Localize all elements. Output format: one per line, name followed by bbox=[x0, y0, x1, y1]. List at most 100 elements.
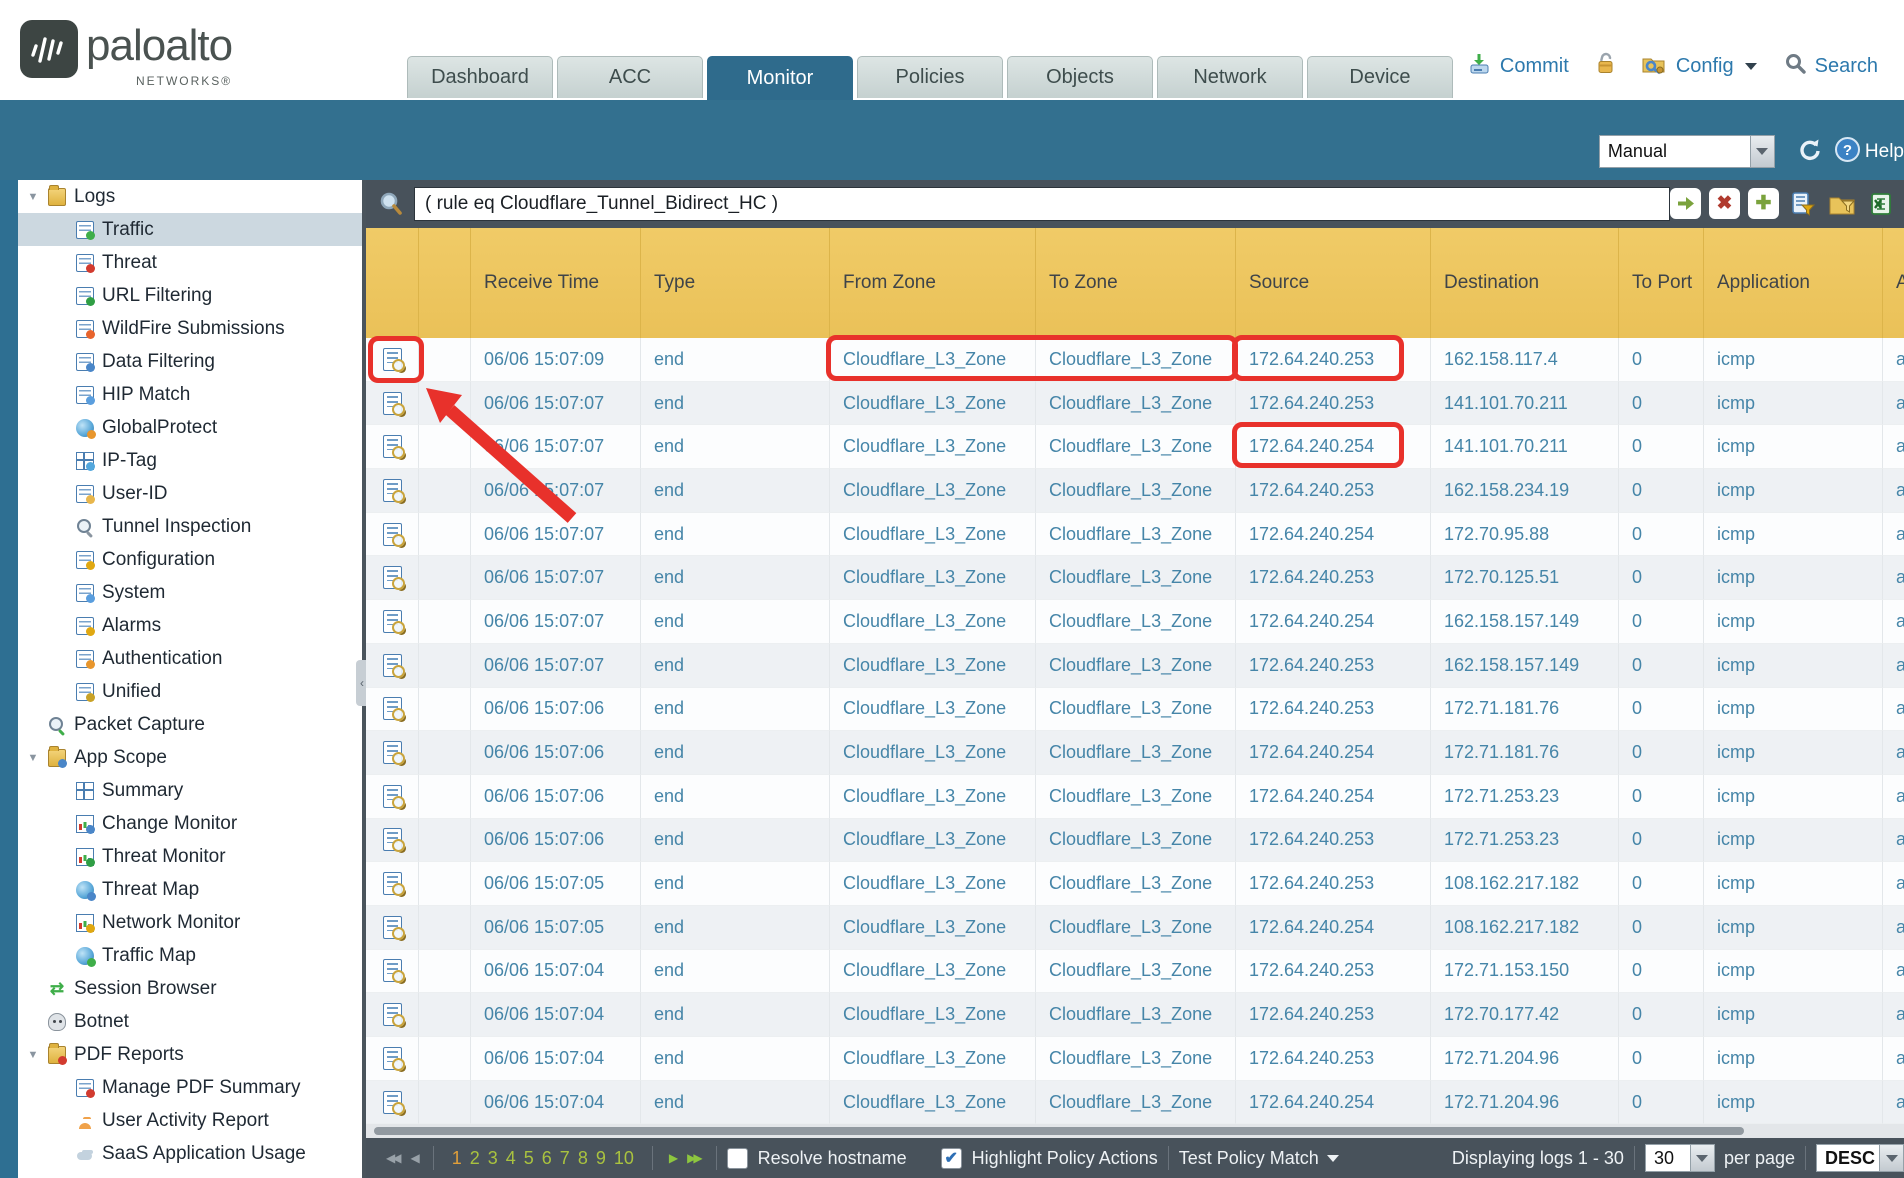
log-detail-button[interactable] bbox=[366, 950, 419, 994]
sidebar-item-botnet[interactable]: Botnet bbox=[18, 1005, 362, 1038]
to-zone-cell[interactable]: Cloudflare_L3_Zone bbox=[1036, 1081, 1236, 1124]
saved-filters-folder-icon[interactable] bbox=[1826, 188, 1857, 219]
destination-cell[interactable]: 108.162.217.182 bbox=[1431, 906, 1619, 950]
type-cell[interactable]: end bbox=[641, 950, 830, 994]
sidebar-item-manage-pdf-summary[interactable]: Manage PDF Summary bbox=[18, 1071, 362, 1104]
to-port-cell[interactable]: 0 bbox=[1619, 950, 1704, 994]
action-cell[interactable]: a bbox=[1883, 425, 1904, 469]
destination-cell[interactable]: 172.71.253.23 bbox=[1431, 775, 1619, 819]
source-cell[interactable]: 172.64.240.253 bbox=[1236, 644, 1431, 688]
log-detail-button[interactable] bbox=[366, 775, 419, 819]
highlight-policy-checkbox[interactable]: ✔ bbox=[941, 1148, 962, 1169]
to-zone-cell[interactable]: Cloudflare_L3_Zone bbox=[1036, 469, 1236, 513]
destination-cell[interactable]: 108.162.217.182 bbox=[1431, 862, 1619, 906]
from-zone-cell[interactable]: Cloudflare_L3_Zone bbox=[830, 862, 1036, 906]
action-cell[interactable]: a bbox=[1883, 382, 1904, 426]
destination-cell[interactable]: 162.158.117.4 bbox=[1431, 338, 1619, 382]
sidebar-item-ip-tag[interactable]: IP-Tag bbox=[18, 444, 362, 477]
page-number-4[interactable]: 4 bbox=[506, 1148, 516, 1169]
sidebar-item-tunnel-inspection[interactable]: Tunnel Inspection bbox=[18, 510, 362, 543]
action-cell[interactable]: a bbox=[1883, 556, 1904, 600]
to-zone-cell[interactable]: Cloudflare_L3_Zone bbox=[1036, 731, 1236, 775]
type-cell[interactable]: end bbox=[641, 513, 830, 557]
destination-cell[interactable]: 172.71.253.23 bbox=[1431, 819, 1619, 863]
from-zone-cell[interactable]: Cloudflare_L3_Zone bbox=[830, 600, 1036, 644]
type-cell[interactable]: end bbox=[641, 906, 830, 950]
refresh-mode-dropdown-button[interactable] bbox=[1751, 135, 1775, 168]
sidebar-item-user-activity-report[interactable]: User Activity Report bbox=[18, 1104, 362, 1137]
column-header-destination[interactable]: Destination bbox=[1431, 228, 1619, 338]
action-cell[interactable]: a bbox=[1883, 600, 1904, 644]
log-detail-button[interactable] bbox=[366, 906, 419, 950]
type-cell[interactable]: end bbox=[641, 1081, 830, 1124]
apply-filter-button[interactable] bbox=[1670, 188, 1701, 219]
application-cell[interactable]: icmp bbox=[1704, 513, 1883, 557]
per-page-dropdown-button[interactable] bbox=[1691, 1144, 1715, 1172]
application-cell[interactable]: icmp bbox=[1704, 950, 1883, 994]
destination-cell[interactable]: 172.71.204.96 bbox=[1431, 1081, 1619, 1124]
sort-order-select[interactable]: DESC bbox=[1816, 1144, 1880, 1172]
action-cell[interactable]: a bbox=[1883, 1037, 1904, 1081]
sidebar-item-traffic-map[interactable]: Traffic Map bbox=[18, 939, 362, 972]
type-cell[interactable]: end bbox=[641, 644, 830, 688]
type-cell[interactable]: end bbox=[641, 993, 830, 1037]
to-zone-cell[interactable]: Cloudflare_L3_Zone bbox=[1036, 644, 1236, 688]
to-port-cell[interactable]: 0 bbox=[1619, 906, 1704, 950]
from-zone-cell[interactable]: Cloudflare_L3_Zone bbox=[830, 338, 1036, 382]
source-cell[interactable]: 172.64.240.254 bbox=[1236, 1081, 1431, 1124]
to-zone-cell[interactable]: Cloudflare_L3_Zone bbox=[1036, 862, 1236, 906]
source-cell[interactable]: 172.64.240.253 bbox=[1236, 819, 1431, 863]
destination-cell[interactable]: 172.71.181.76 bbox=[1431, 688, 1619, 732]
log-detail-button[interactable] bbox=[366, 1037, 419, 1081]
type-cell[interactable]: end bbox=[641, 862, 830, 906]
source-cell[interactable]: 172.64.240.253 bbox=[1236, 338, 1431, 382]
source-cell[interactable]: 172.64.240.254 bbox=[1236, 775, 1431, 819]
to-zone-cell[interactable]: Cloudflare_L3_Zone bbox=[1036, 1037, 1236, 1081]
type-cell[interactable]: end bbox=[641, 731, 830, 775]
resolve-hostname-checkbox[interactable] bbox=[727, 1148, 748, 1169]
application-cell[interactable]: icmp bbox=[1704, 688, 1883, 732]
action-cell[interactable]: a bbox=[1883, 688, 1904, 732]
sidebar-item-summary[interactable]: Summary bbox=[18, 774, 362, 807]
sidebar-item-network-monitor[interactable]: Network Monitor bbox=[18, 906, 362, 939]
to-port-cell[interactable]: 0 bbox=[1619, 600, 1704, 644]
to-zone-cell[interactable]: Cloudflare_L3_Zone bbox=[1036, 775, 1236, 819]
export-icon[interactable] bbox=[1865, 188, 1896, 219]
application-cell[interactable]: icmp bbox=[1704, 382, 1883, 426]
source-cell[interactable]: 172.64.240.253 bbox=[1236, 993, 1431, 1037]
application-cell[interactable]: icmp bbox=[1704, 644, 1883, 688]
sidebar-item-hip-match[interactable]: HIP Match bbox=[18, 378, 362, 411]
expander-icon[interactable]: ▼ bbox=[18, 191, 48, 203]
next-page-button[interactable]: ▶ bbox=[663, 1151, 681, 1165]
sidebar-item-session-browser[interactable]: ⇄ Session Browser bbox=[18, 972, 362, 1005]
application-cell[interactable]: icmp bbox=[1704, 731, 1883, 775]
from-zone-cell[interactable]: Cloudflare_L3_Zone bbox=[830, 513, 1036, 557]
test-policy-match-button[interactable]: Test Policy Match bbox=[1179, 1148, 1339, 1169]
to-port-cell[interactable]: 0 bbox=[1619, 775, 1704, 819]
log-detail-button[interactable] bbox=[366, 731, 419, 775]
page-number-7[interactable]: 7 bbox=[560, 1148, 570, 1169]
to-port-cell[interactable]: 0 bbox=[1619, 382, 1704, 426]
column-header-type[interactable]: Type bbox=[641, 228, 830, 338]
sidebar-item-system[interactable]: System bbox=[18, 576, 362, 609]
to-zone-cell[interactable]: Cloudflare_L3_Zone bbox=[1036, 688, 1236, 732]
log-detail-button[interactable] bbox=[366, 556, 419, 600]
action-cell[interactable]: a bbox=[1883, 819, 1904, 863]
from-zone-cell[interactable]: Cloudflare_L3_Zone bbox=[830, 425, 1036, 469]
clear-filter-button[interactable]: ✖ bbox=[1709, 188, 1740, 219]
sidebar-item-alarms[interactable]: Alarms bbox=[18, 609, 362, 642]
to-zone-cell[interactable]: Cloudflare_L3_Zone bbox=[1036, 556, 1236, 600]
sidebar-item-traffic[interactable]: Traffic bbox=[18, 213, 362, 246]
add-filter-button[interactable]: ✚ bbox=[1748, 188, 1779, 219]
application-cell[interactable]: icmp bbox=[1704, 338, 1883, 382]
from-zone-cell[interactable]: Cloudflare_L3_Zone bbox=[830, 644, 1036, 688]
type-cell[interactable]: end bbox=[641, 382, 830, 426]
sidebar-item-change-monitor[interactable]: Change Monitor bbox=[18, 807, 362, 840]
from-zone-cell[interactable]: Cloudflare_L3_Zone bbox=[830, 993, 1036, 1037]
from-zone-cell[interactable]: Cloudflare_L3_Zone bbox=[830, 382, 1036, 426]
application-cell[interactable]: icmp bbox=[1704, 425, 1883, 469]
destination-cell[interactable]: 172.71.153.150 bbox=[1431, 950, 1619, 994]
to-port-cell[interactable]: 0 bbox=[1619, 993, 1704, 1037]
destination-cell[interactable]: 162.158.157.149 bbox=[1431, 600, 1619, 644]
application-cell[interactable]: icmp bbox=[1704, 906, 1883, 950]
